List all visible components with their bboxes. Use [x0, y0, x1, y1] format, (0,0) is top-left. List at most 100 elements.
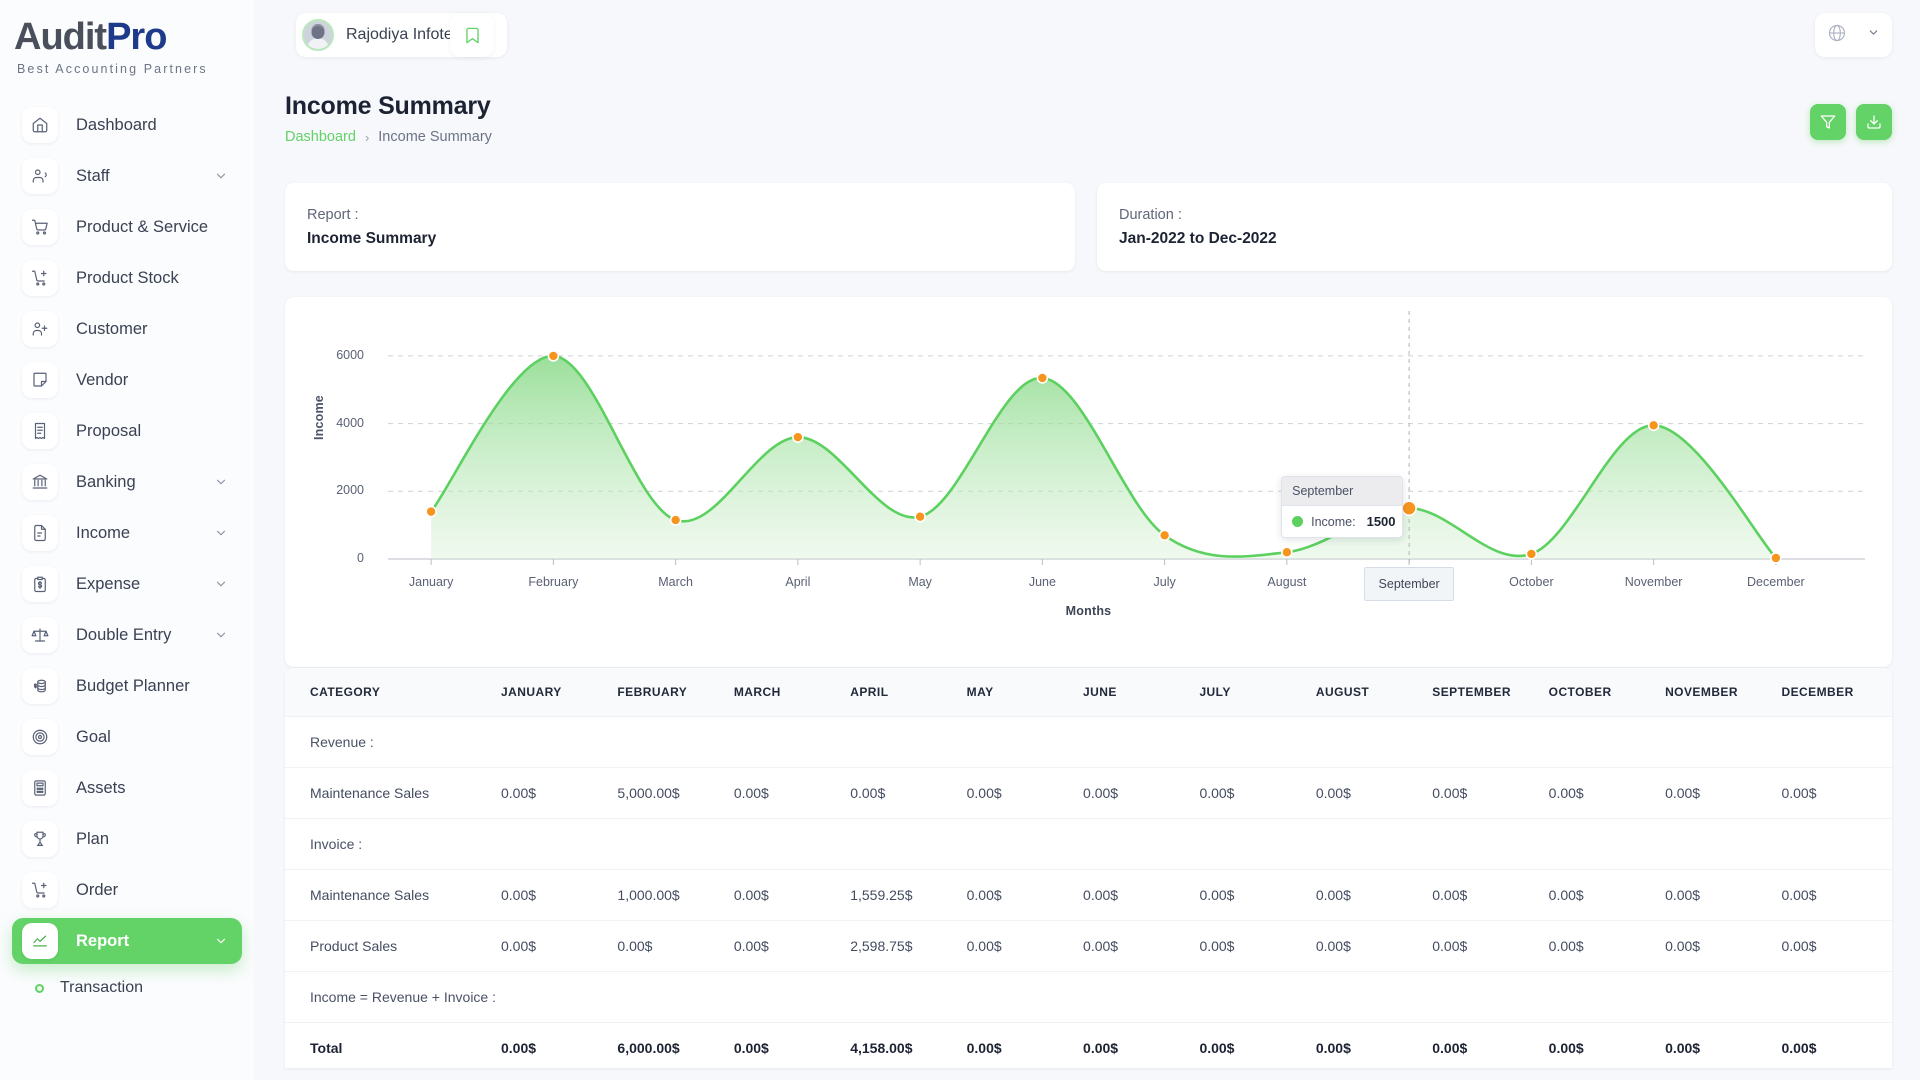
table-cell-amount: 0.00$: [1309, 869, 1427, 921]
filter-button[interactable]: [1810, 104, 1846, 140]
sidebar-item-dashboard[interactable]: Dashboard: [12, 102, 242, 148]
bank-icon: [22, 464, 58, 500]
table-cell-amount: 0.00$: [1775, 1022, 1892, 1068]
bullet-icon: [35, 983, 44, 993]
table-cell-amount: 0.00$: [1077, 869, 1194, 921]
sidebar-subitem-label: Transaction: [60, 979, 143, 996]
clipboard-dollar-icon: [22, 566, 58, 602]
coins-icon: [22, 668, 58, 704]
sidebar-item-budget-planner[interactable]: Budget Planner: [12, 663, 242, 709]
sidebar-item-label: Customer: [76, 319, 148, 338]
chart-x-tick-label: December: [1747, 575, 1805, 589]
chart-x-tick-label: March: [658, 575, 693, 589]
sidebar-item-assets[interactable]: Assets: [12, 765, 242, 811]
table-cell-category: Invoice :: [285, 818, 495, 870]
sidebar-item-goal[interactable]: Goal: [12, 714, 242, 760]
chevron-down-icon: [214, 628, 228, 642]
table-cell-amount: [495, 818, 612, 870]
income-summary-table: CATEGORY JANUARY FEBRUARY MARCH APRIL MAY JUNE…: [285, 668, 1892, 1068]
cart-icon: [22, 209, 58, 245]
chevron-down-icon: [214, 577, 228, 591]
chart-tooltip: September Income: 1500: [1281, 476, 1404, 539]
sidebar-item-staff[interactable]: Staff: [12, 153, 242, 199]
tooltip-series-value: 1500: [1366, 514, 1396, 530]
table-row: Product Sales 0.00$ 0.00$ 0.00$ 2,598.75$ 0.0…: [285, 920, 1892, 972]
bookmark-icon: [465, 27, 479, 43]
table-cell-amount: [611, 818, 728, 870]
note-icon: [22, 362, 58, 398]
sidebar-item-income[interactable]: Income: [12, 510, 242, 556]
sidebar-item-label: Income: [76, 523, 131, 542]
table-cell-amount: 0.00$: [1659, 869, 1776, 921]
breadcrumb-root[interactable]: Dashboard: [285, 129, 356, 145]
table-cell-amount: 0.00$: [844, 767, 961, 819]
sidebar-item-customer[interactable]: Customer: [12, 306, 242, 352]
sidebar-item-vendor[interactable]: Vendor: [12, 357, 242, 403]
sidebar-item-banking[interactable]: Banking: [12, 459, 242, 505]
table-cell-category: Income = Revenue + Invoice :: [285, 971, 496, 1023]
sidebar-item-product-service[interactable]: Product & Service: [12, 204, 242, 250]
report-info-cards: Report : Income Summary Duration : Jan-2…: [285, 183, 1892, 271]
calculator-icon: [22, 770, 58, 806]
table-cell-amount: 5,000.00$: [611, 767, 728, 819]
sidebar-item-report[interactable]: Report: [12, 918, 242, 964]
table-cell-amount: [844, 818, 961, 870]
table-cell-category: Product Sales: [285, 920, 495, 972]
table-cell-amount: [1077, 818, 1194, 870]
chevron-down-icon: [214, 526, 228, 540]
report-card-value: Income Summary: [307, 230, 437, 247]
sidebar-item-order[interactable]: Order: [12, 867, 242, 913]
table-cell-amount: 0.00$: [1426, 1022, 1543, 1068]
table-column-header: SEPTEMBER: [1426, 668, 1543, 717]
table-column-header: OCTOBER: [1542, 668, 1660, 717]
table-cell-amount: 0.00$: [1077, 920, 1194, 972]
sidebar-item-label: Banking: [76, 472, 136, 491]
brand-logo[interactable]: AuditPro Best Accounting Partners: [0, 0, 254, 76]
table-cell-category: Revenue :: [285, 716, 495, 768]
table-column-header: MARCH: [727, 668, 845, 717]
users-icon: [22, 158, 58, 194]
table-column-header: APRIL: [844, 668, 961, 717]
sidebar-subitem-transaction[interactable]: Transaction: [0, 969, 254, 1007]
table-row: Total 0.00$ 6,000.00$ 0.00$ 4,158.00$ 0.00$ 0.…: [285, 1022, 1892, 1068]
table-cell-amount: [1426, 716, 1543, 768]
table-cell-amount: 0.00$: [1309, 920, 1427, 972]
table-column-header: DECEMBER: [1775, 668, 1892, 717]
table-row: Maintenance Sales 0.00$ 5,000.00$ 0.00$ 0.00…: [285, 767, 1892, 819]
table-cell-amount: 0.00$: [1775, 767, 1892, 819]
bookmark-button[interactable]: [450, 13, 494, 57]
cart-plus-icon: [22, 872, 58, 908]
table-cell-amount: [1659, 971, 1776, 1023]
sidebar-item-label: Report: [76, 931, 130, 950]
sidebar-item-expense[interactable]: Expense: [12, 561, 242, 607]
sidebar-item-plan[interactable]: Plan: [12, 816, 242, 862]
chart-y-tick-label: 0: [357, 551, 364, 565]
table-cell-amount: [1426, 971, 1543, 1023]
table-cell-category: Total: [285, 1022, 495, 1068]
sidebar-item-label: Dashboard: [76, 115, 157, 134]
receipt-icon: [22, 413, 58, 449]
sidebar-item-label: Plan: [76, 829, 110, 848]
breadcrumb-separator-icon: ›: [364, 129, 370, 145]
language-switcher[interactable]: [1815, 13, 1892, 57]
topbar: Rajodiya Infotech: [254, 0, 1920, 70]
table-cell-amount: 0.00$: [495, 1022, 612, 1068]
brand-name-secondary: Pro: [106, 16, 167, 58]
table-cell-amount: 0.00$: [1426, 869, 1543, 921]
table-cell-amount: 0.00$: [727, 869, 845, 921]
table-cell-amount: [1193, 971, 1310, 1023]
table-cell-amount: [1775, 818, 1892, 870]
breadcrumb: Dashboard › Income Summary: [285, 129, 492, 145]
sidebar-item-product-stock[interactable]: Product Stock: [12, 255, 242, 301]
brand-title: AuditPro: [14, 18, 254, 56]
table-cell-amount: [1775, 971, 1892, 1023]
table-cell-amount: [844, 716, 961, 768]
sidebar-item-proposal[interactable]: Proposal: [12, 408, 242, 454]
table-cell-amount: 0.00$: [1309, 1022, 1427, 1068]
chart-x-tick-highlight[interactable]: September: [1364, 567, 1455, 601]
sidebar-item-double-entry[interactable]: Double Entry: [12, 612, 242, 658]
table-cell-amount: 0.00$: [1077, 1022, 1194, 1068]
tooltip-title: September: [1282, 477, 1403, 507]
download-button[interactable]: [1856, 104, 1892, 140]
tooltip-series-color-dot: [1292, 516, 1304, 528]
